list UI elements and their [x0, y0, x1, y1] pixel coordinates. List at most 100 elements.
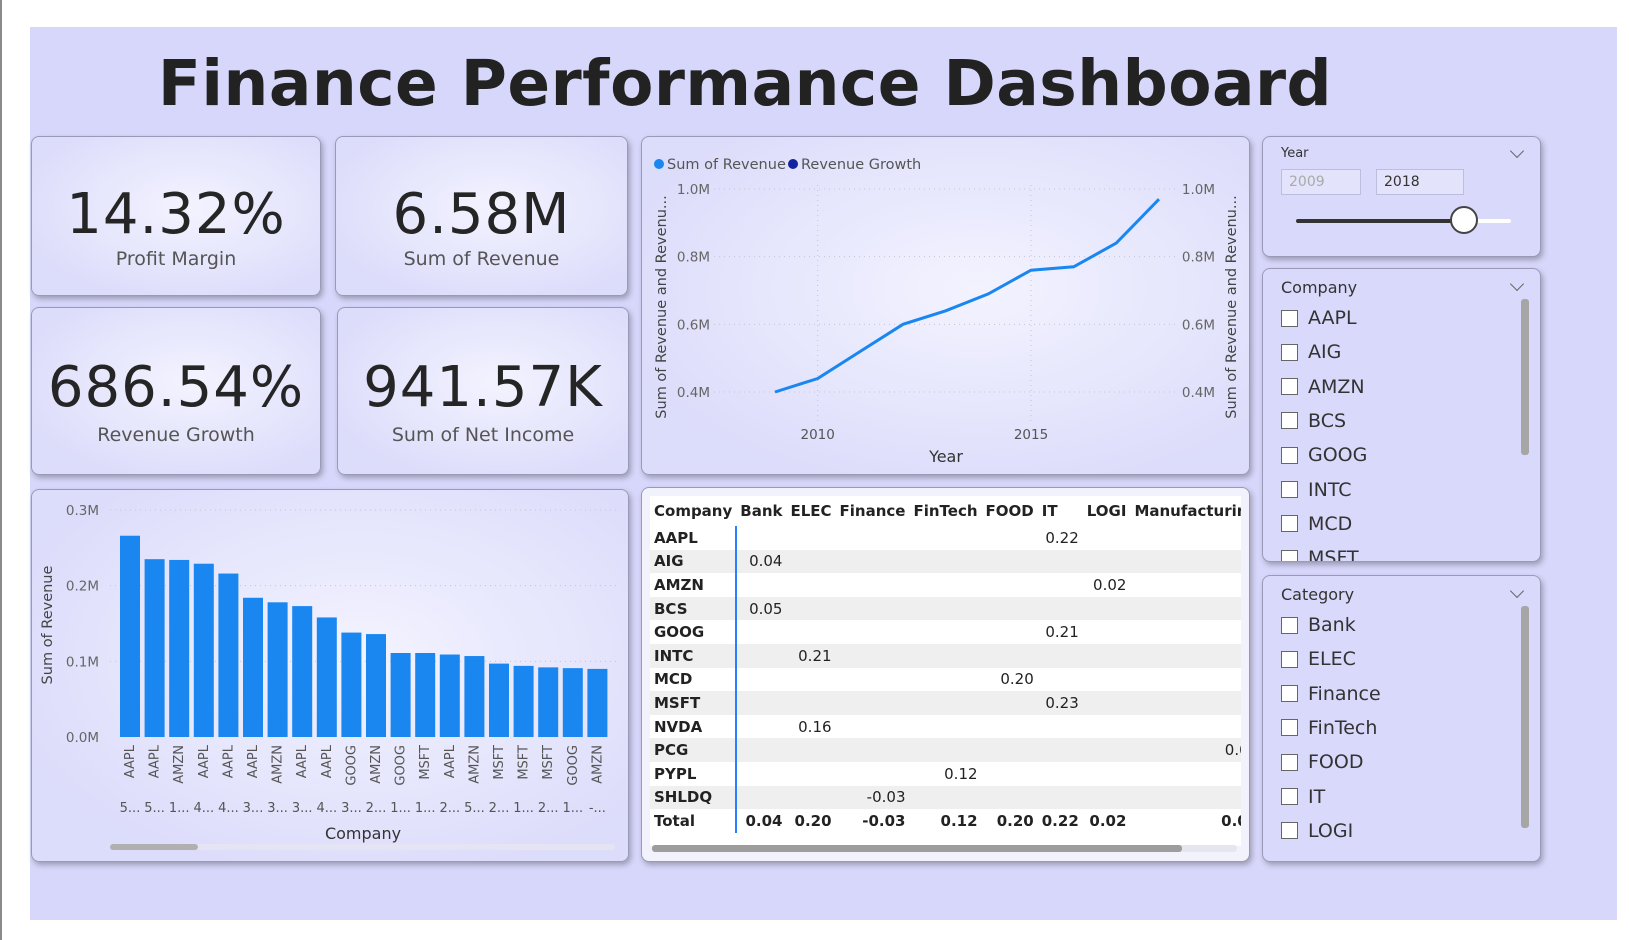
- bar[interactable]: [587, 668, 608, 737]
- slicer-option[interactable]: Finance: [1281, 681, 1381, 707]
- bar[interactable]: [562, 668, 583, 737]
- checkbox[interactable]: [1281, 378, 1298, 396]
- matrix-scrollbar-thumb[interactable]: [652, 845, 1182, 852]
- matrix-cell: [1130, 596, 1241, 621]
- table-row[interactable]: GOOG 0.21: [650, 620, 1241, 644]
- year-slider-handle[interactable]: [1449, 206, 1478, 234]
- matrix-column-header[interactable]: Finance: [836, 496, 910, 526]
- matrix-column-header[interactable]: Company: [650, 496, 736, 526]
- bar[interactable]: [366, 634, 386, 737]
- bar[interactable]: [513, 665, 534, 737]
- table-row[interactable]: NVDA 0.16: [650, 714, 1241, 739]
- company-slicer-scrollbar[interactable]: [1521, 299, 1529, 455]
- slicer-option[interactable]: ELEC: [1281, 646, 1356, 672]
- checkbox[interactable]: [1281, 412, 1298, 430]
- matrix-column-header[interactable]: IT: [1038, 496, 1083, 526]
- bar[interactable]: [144, 559, 165, 737]
- slicer-option[interactable]: Bank: [1281, 612, 1356, 638]
- table-row[interactable]: MCD 0.20: [650, 667, 1241, 692]
- table-row[interactable]: PCG 0.02: [650, 738, 1241, 762]
- company-slicer[interactable]: Company AAPL AIG AMZN BCS GOOG INTC MCD MSFT: [1262, 268, 1541, 562]
- checkbox[interactable]: [1281, 719, 1298, 737]
- checkbox[interactable]: [1281, 515, 1298, 533]
- matrix-cell: [981, 785, 1038, 810]
- checkbox[interactable]: [1281, 446, 1298, 464]
- checkbox[interactable]: [1281, 309, 1298, 327]
- checkbox[interactable]: [1281, 481, 1298, 498]
- matrix-column-header[interactable]: ELEC: [786, 496, 835, 526]
- checkbox[interactable]: [1281, 822, 1298, 840]
- bar[interactable]: [193, 563, 214, 737]
- chevron-down-icon[interactable]: [1509, 583, 1525, 599]
- table-row[interactable]: SHLDQ -0.03: [650, 785, 1241, 810]
- bar[interactable]: [341, 632, 362, 737]
- bar[interactable]: [538, 667, 559, 737]
- bar[interactable]: [120, 535, 140, 737]
- bar[interactable]: [316, 617, 337, 737]
- checkbox[interactable]: [1281, 616, 1298, 634]
- slicer-option[interactable]: LOGI: [1281, 818, 1353, 844]
- bar[interactable]: [218, 573, 239, 737]
- line-chart-card[interactable]: Sum of Revenue Revenue Growth 1.0M 0.8M 0.…: [641, 136, 1250, 475]
- year-to-input[interactable]: 2018: [1376, 169, 1464, 195]
- matrix-card[interactable]: Company Bank ELEC Finance FinTech FOOD IT LOGI M…: [641, 487, 1250, 862]
- horizontal-scrollbar-thumb[interactable]: [110, 844, 198, 850]
- slicer-option[interactable]: AIG: [1281, 339, 1341, 365]
- checkbox[interactable]: [1281, 753, 1298, 771]
- matrix-column-header[interactable]: FOOD: [982, 496, 1038, 526]
- matrix-column-header[interactable]: FinTech: [909, 496, 981, 526]
- table-row[interactable]: BCS 0.05: [650, 596, 1241, 621]
- checkbox[interactable]: [1281, 650, 1298, 668]
- year-from-input[interactable]: 2009: [1281, 169, 1361, 195]
- y-tick-label: 1.0M: [677, 182, 710, 198]
- chevron-down-icon[interactable]: [1509, 276, 1525, 292]
- bar[interactable]: [390, 653, 411, 737]
- bar[interactable]: [243, 597, 263, 737]
- x-subcategory-label: 4...: [316, 801, 337, 816]
- slicer-option[interactable]: AMZN: [1281, 374, 1365, 400]
- bar[interactable]: [292, 606, 313, 737]
- matrix-column-header[interactable]: Bank: [736, 496, 786, 526]
- bar[interactable]: [439, 654, 460, 737]
- bar[interactable]: [464, 656, 485, 737]
- slicer-option[interactable]: FOOD: [1281, 749, 1363, 775]
- bar-chart-card[interactable]: 0.3M 0.2M 0.1M 0.0M AAPL AAPL AMZN AAPL AAPL AAP…: [31, 489, 629, 862]
- slicer-option[interactable]: IT: [1281, 784, 1325, 810]
- table-row[interactable]: MSFT 0.23: [650, 691, 1241, 715]
- kpi-card-sum-of-net-income[interactable]: 941.57K Sum of Net Income: [337, 307, 629, 475]
- matrix-column-header[interactable]: LOGI: [1083, 496, 1131, 526]
- x-category-label: AAPL: [123, 744, 138, 778]
- year-slicer[interactable]: Year 2009 2018: [1262, 136, 1541, 257]
- table-row[interactable]: AMZN 0.02: [650, 573, 1241, 597]
- table-row[interactable]: PYPL 0.12: [650, 761, 1241, 786]
- category-slicer[interactable]: Category Bank ELEC Finance FinTech FOOD IT LOG…: [1262, 575, 1541, 862]
- slicer-option[interactable]: MCD: [1281, 511, 1352, 537]
- bar[interactable]: [415, 653, 436, 737]
- bar[interactable]: [489, 663, 509, 737]
- y-axis-label-right: Sum of Revenue and Revenu...: [1224, 195, 1240, 418]
- slicer-option[interactable]: AAPL: [1281, 305, 1357, 331]
- checkbox[interactable]: [1281, 343, 1298, 361]
- checkbox[interactable]: [1281, 788, 1298, 805]
- slicer-option-partial[interactable]: MSFT: [1281, 545, 1359, 561]
- kpi-card-sum-of-revenue[interactable]: 6.58M Sum of Revenue: [335, 136, 628, 296]
- slicer-option[interactable]: INTC: [1281, 477, 1352, 503]
- matrix-cell: [1130, 667, 1241, 692]
- checkbox[interactable]: [1281, 549, 1298, 561]
- bar[interactable]: [169, 559, 190, 737]
- bar[interactable]: [267, 602, 288, 737]
- matrix-column-header[interactable]: Manufacturing: [1130, 496, 1241, 526]
- slicer-option[interactable]: FinTech: [1281, 715, 1377, 741]
- table-row[interactable]: AIG 0.04: [650, 549, 1241, 574]
- slicer-option[interactable]: BCS: [1281, 408, 1346, 434]
- revenue-line[interactable]: [774, 198, 1161, 394]
- matrix-cell: [736, 785, 787, 810]
- chevron-down-icon[interactable]: [1509, 143, 1525, 159]
- kpi-card-profit-margin[interactable]: 14.32% Profit Margin: [31, 136, 321, 296]
- category-slicer-scrollbar[interactable]: [1521, 606, 1529, 828]
- kpi-card-revenue-growth[interactable]: 686.54% Revenue Growth: [31, 307, 321, 475]
- slicer-option[interactable]: GOOG: [1281, 442, 1367, 468]
- table-row[interactable]: AAPL 0.22: [650, 526, 1241, 550]
- checkbox[interactable]: [1281, 685, 1298, 703]
- table-row[interactable]: INTC 0.21: [650, 643, 1241, 668]
